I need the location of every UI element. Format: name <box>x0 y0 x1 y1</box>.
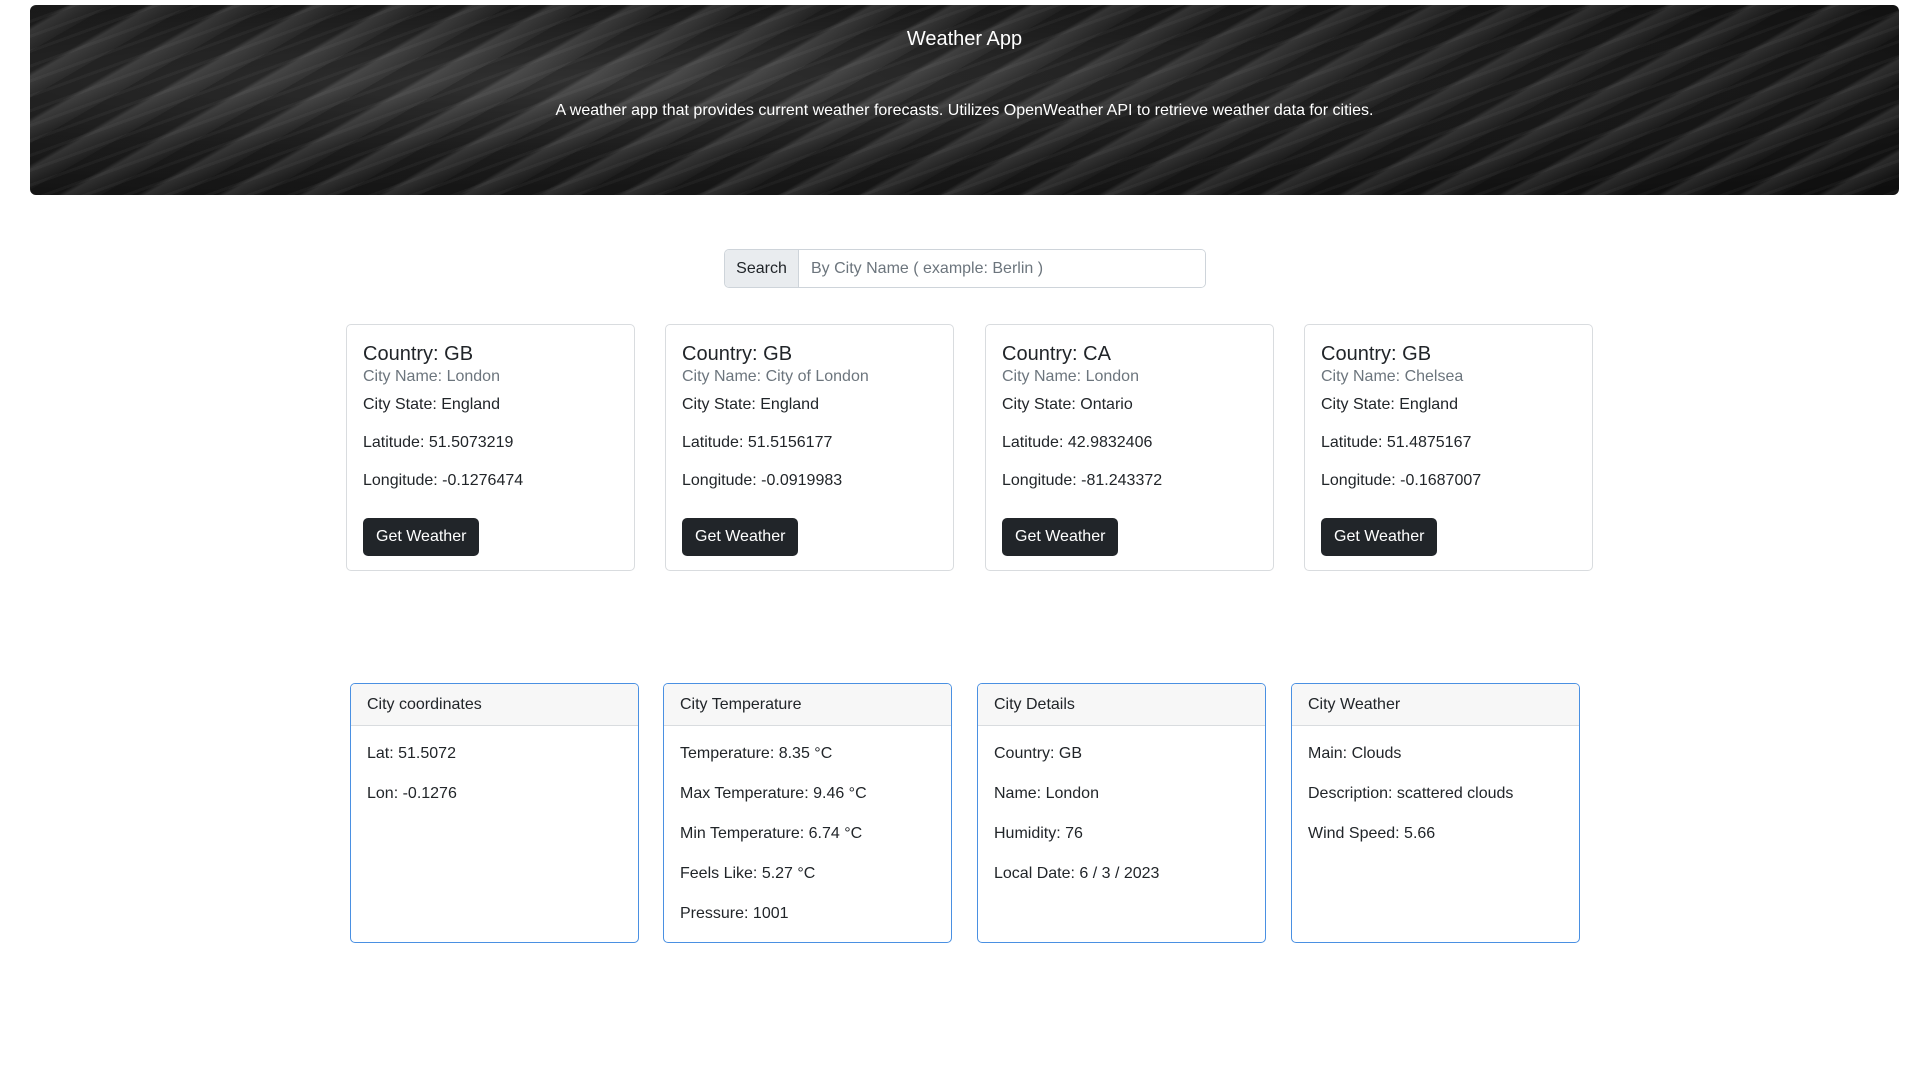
city-card: Country: GB City Name: London City State… <box>346 324 635 571</box>
city-state: City State: England <box>1321 396 1458 413</box>
city-name: City Name: Chelsea <box>1321 368 1464 385</box>
detail-country: Country: GB <box>994 745 1083 762</box>
city-country: Country: GB <box>363 343 474 365</box>
city-name: City Name: London <box>1002 368 1139 385</box>
get-weather-button[interactable]: Get Weather <box>1321 518 1438 556</box>
city-name: City Name: London <box>363 368 500 385</box>
city-state: City State: England <box>363 396 500 413</box>
get-weather-button[interactable]: Get Weather <box>1002 518 1119 556</box>
city-latitude: Latitude: 51.4875167 <box>1321 434 1472 451</box>
coord-lat: Lat: 51.5072 <box>367 745 456 762</box>
get-weather-button[interactable]: Get Weather <box>682 518 799 556</box>
detail-name: Name: London <box>994 785 1099 802</box>
city-longitude: Longitude: -0.0919983 <box>682 472 843 489</box>
city-temperature-card: City Temperature Temperature: 8.35 °C Ma… <box>663 683 952 943</box>
weather-description: Description: scattered clouds <box>1308 785 1514 802</box>
header-banner: Weather App A weather app that provides … <box>30 5 1899 195</box>
city-details-card: City Details Country: GB Name: London Hu… <box>977 683 1266 943</box>
city-country: Country: GB <box>682 343 793 365</box>
city-state: City State: England <box>682 396 819 413</box>
search-group: Search <box>724 249 1206 288</box>
city-card: Country: GB City Name: City of London Ci… <box>665 324 954 571</box>
detail-humidity: Humidity: 76 <box>994 825 1083 842</box>
card-header: City Details <box>978 684 1265 726</box>
max-temperature: Max Temperature: 9.46 °C <box>680 785 867 802</box>
city-card: Country: GB City Name: Chelsea City Stat… <box>1304 324 1593 571</box>
city-country: Country: CA <box>1002 343 1111 365</box>
city-name: City Name: City of London <box>682 368 869 385</box>
city-state: City State: Ontario <box>1002 396 1133 413</box>
min-temperature: Min Temperature: 6.74 °C <box>680 825 863 842</box>
city-weather-card: City Weather Main: Clouds Description: s… <box>1291 683 1580 943</box>
city-latitude: Latitude: 42.9832406 <box>1002 434 1153 451</box>
coord-lon: Lon: -0.1276 <box>367 785 457 802</box>
detail-local-date: Local Date: 6 / 3 / 2023 <box>994 865 1160 882</box>
weather-main: Main: Clouds <box>1308 745 1402 762</box>
app-title: Weather App <box>906 28 1023 50</box>
city-longitude: Longitude: -81.243372 <box>1002 472 1163 489</box>
card-header: City Temperature <box>664 684 951 726</box>
city-card: Country: CA City Name: London City State… <box>985 324 1274 571</box>
city-latitude: Latitude: 51.5156177 <box>682 434 833 451</box>
feels-like: Feels Like: 5.27 °C <box>680 865 816 882</box>
city-latitude: Latitude: 51.5073219 <box>363 434 514 451</box>
city-longitude: Longitude: -0.1276474 <box>363 472 524 489</box>
city-longitude: Longitude: -0.1687007 <box>1321 472 1482 489</box>
search-input[interactable] <box>799 250 1205 287</box>
app-description: A weather app that provides current weat… <box>555 102 1374 119</box>
search-label: Search <box>725 250 799 287</box>
wind-speed: Wind Speed: 5.66 <box>1308 825 1436 842</box>
city-coordinates-card: City coordinates Lat: 51.5072 Lon: -0.12… <box>350 683 639 943</box>
pressure: Pressure: 1001 <box>680 905 789 922</box>
temperature-value: Temperature: 8.35 °C <box>680 745 833 762</box>
get-weather-button[interactable]: Get Weather <box>363 518 480 556</box>
card-header: City coordinates <box>351 684 638 726</box>
city-country: Country: GB <box>1321 343 1432 365</box>
card-header: City Weather <box>1292 684 1579 726</box>
